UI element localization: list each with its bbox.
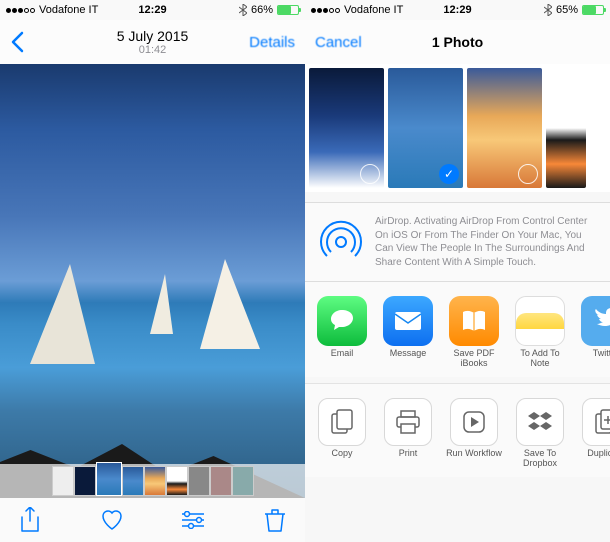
action-workflow[interactable]: Run Workflow (445, 398, 503, 469)
photo-viewer[interactable] (0, 64, 305, 498)
action-copy[interactable]: Copy (313, 398, 371, 469)
details-button[interactable]: Details (249, 34, 295, 51)
app-notes[interactable]: To Add To Note (511, 296, 569, 369)
photo-thumb[interactable] (467, 68, 542, 188)
filmstrip[interactable] (0, 464, 305, 498)
select-circle-icon[interactable] (518, 164, 538, 184)
status-bar: Vodafone IT 12:29 66% (0, 0, 305, 20)
status-time: 12:29 (305, 4, 610, 16)
app-message[interactable]: Message (379, 296, 437, 369)
battery-icon (277, 5, 299, 15)
photo-thumb[interactable] (309, 68, 384, 188)
app-label: Twitter (593, 349, 610, 359)
app-label: To Add To Note (511, 349, 569, 369)
action-label: Duplicate (587, 449, 610, 459)
action-dropbox[interactable]: Save To Dropbox (511, 398, 569, 469)
battery-icon (582, 5, 604, 15)
status-time: 12:29 (0, 4, 305, 16)
action-label: Save To Dropbox (511, 449, 569, 469)
app-label: Message (390, 349, 427, 359)
action-label: Copy (331, 449, 352, 459)
app-label: Save PDF iBooks (445, 349, 503, 369)
app-twitter[interactable]: Twitter (577, 296, 610, 369)
photo-thumb[interactable] (546, 68, 586, 188)
share-sheet: Vodafone IT 12:29 65% Cancel 1 Photo ✓ (305, 0, 610, 542)
bottom-toolbar (0, 498, 305, 542)
share-apps: Email Message Save PDF iBooks To Add To … (305, 282, 610, 377)
action-label: Run Workflow (446, 449, 502, 459)
share-nav: Cancel 1 Photo (305, 20, 610, 64)
share-button[interactable] (18, 508, 42, 532)
airdrop-text: AirDrop. Activating AirDrop From Control… (375, 215, 596, 269)
like-button[interactable] (100, 508, 124, 532)
app-email[interactable]: Email (313, 296, 371, 369)
airdrop-icon (319, 220, 363, 264)
action-print[interactable]: Print (379, 398, 437, 469)
app-ibooks[interactable]: Save PDF iBooks (445, 296, 503, 369)
share-actions: Copy Print Run Workflow Save To Dropbox (305, 383, 610, 477)
action-label: Print (399, 449, 418, 459)
status-bar: Vodafone IT 12:29 65% (305, 0, 610, 20)
airdrop-section[interactable]: AirDrop. Activating AirDrop From Control… (305, 202, 610, 282)
nav-bar: 5 July 2015 01:42 Details (0, 20, 305, 64)
app-label: Email (331, 349, 354, 359)
photo-detail-screen: Vodafone IT 12:29 66% 5 July 2015 01:42 … (0, 0, 305, 542)
select-circle-icon[interactable] (360, 164, 380, 184)
action-duplicate[interactable]: Duplicate (577, 398, 610, 469)
photo-thumb[interactable]: ✓ (388, 68, 463, 188)
delete-button[interactable] (263, 508, 287, 532)
edit-button[interactable] (181, 508, 205, 532)
photo-selection[interactable]: ✓ (305, 64, 610, 192)
share-title: 1 Photo (305, 34, 610, 50)
check-icon[interactable]: ✓ (439, 164, 459, 184)
